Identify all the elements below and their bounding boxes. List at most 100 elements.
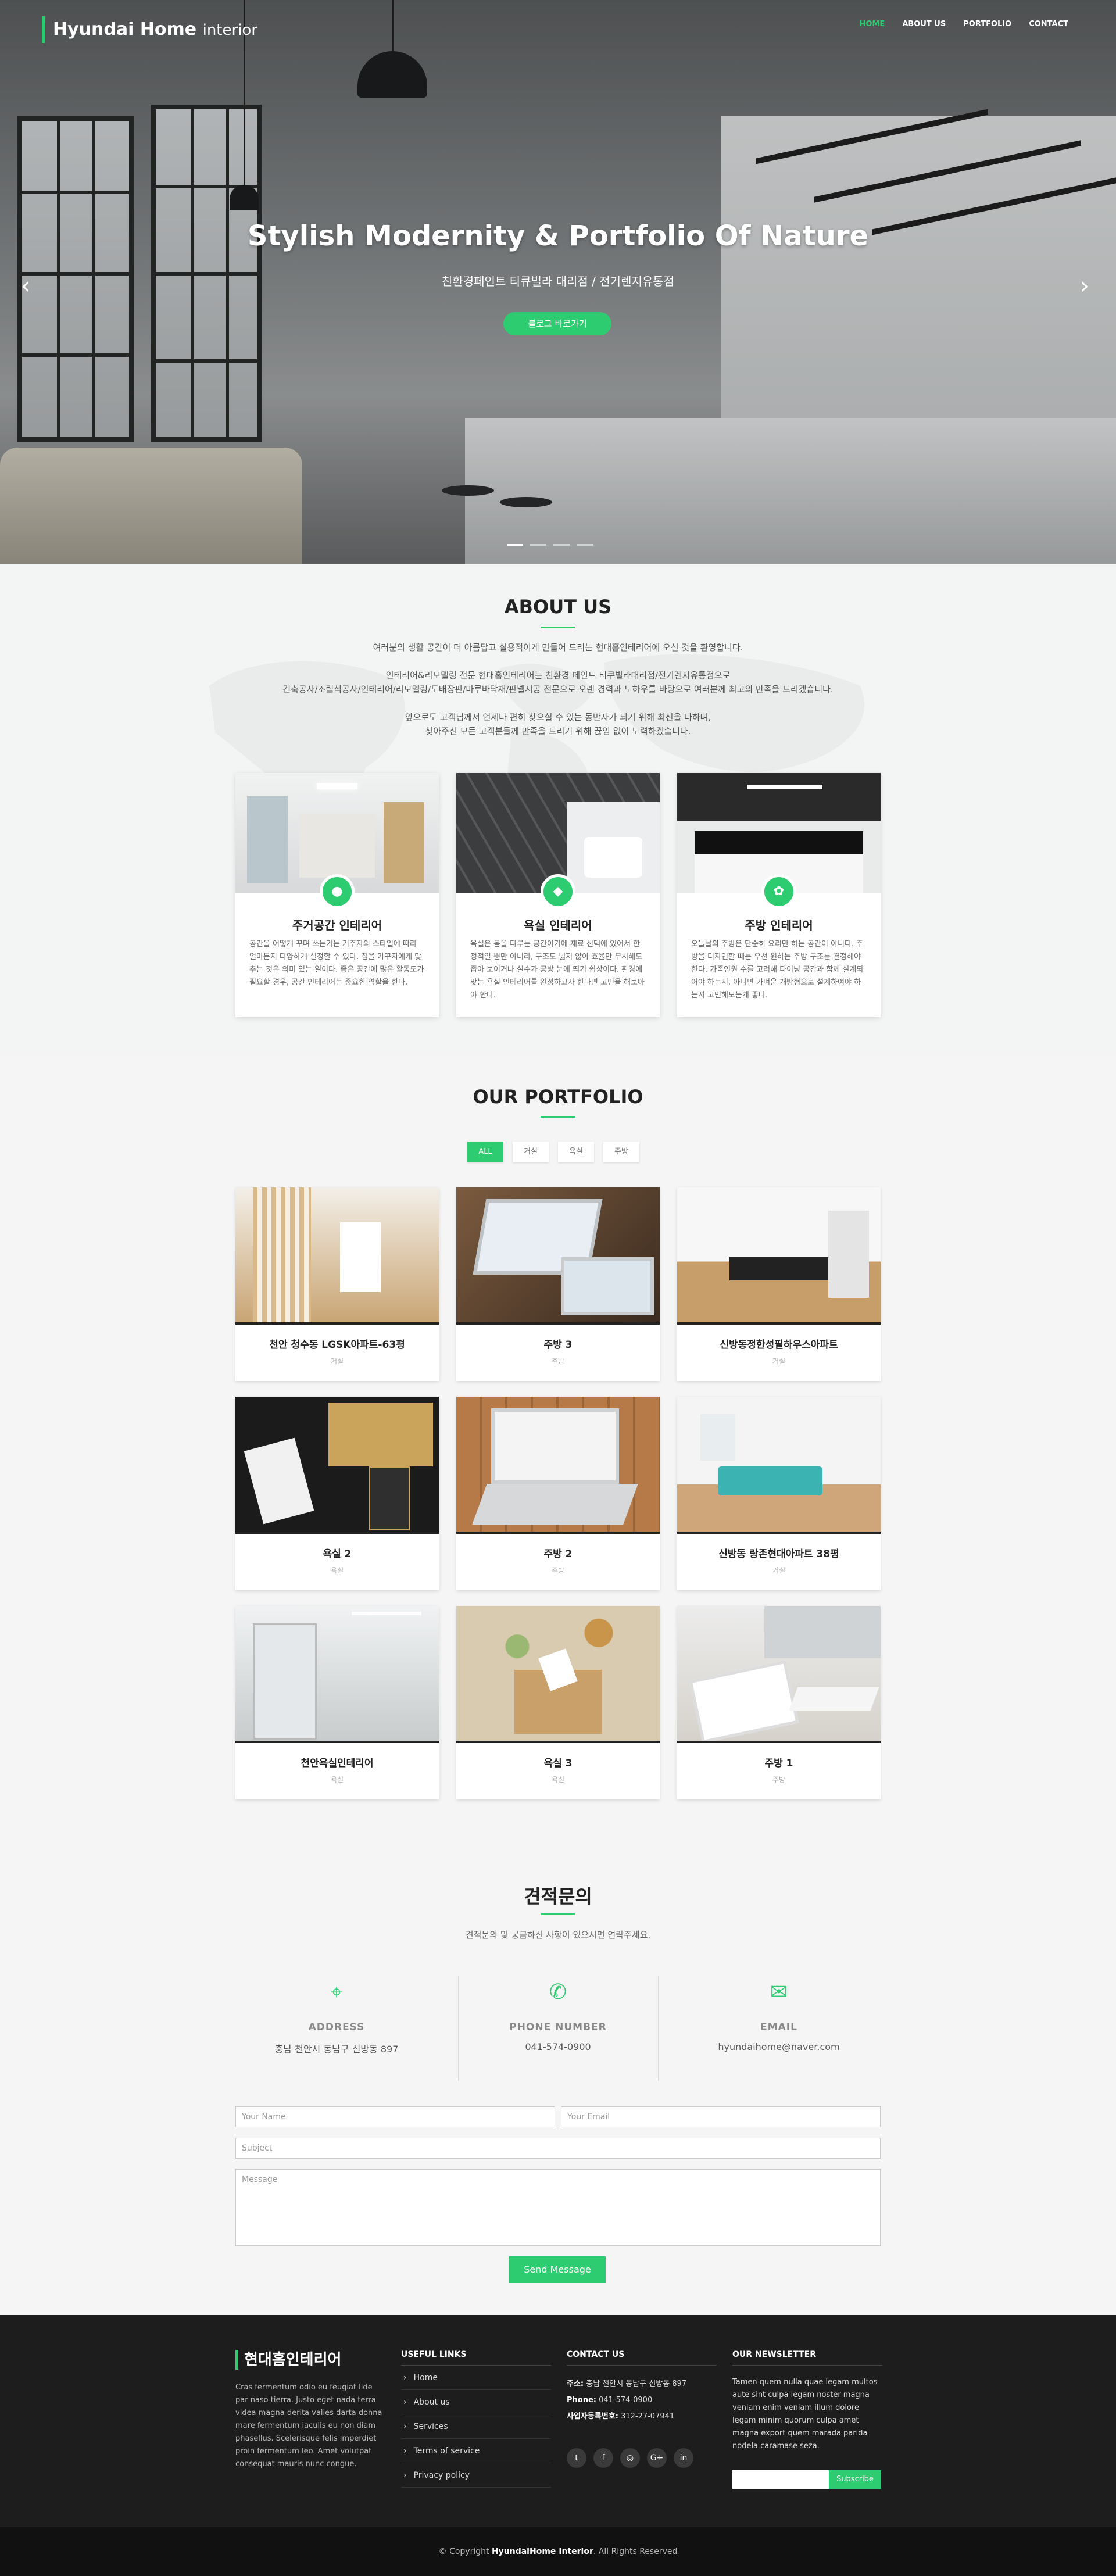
portfolio-item[interactable]: 주방 2 주방 (456, 1397, 660, 1590)
prev-arrow-icon[interactable]: ‹ (21, 274, 30, 298)
service-text: 오늘날의 주방은 단순히 요리만 하는 공간이 아니다. 주방을 디자인할 때는… (691, 940, 864, 1000)
subscribe-button[interactable]: Subscribe (829, 2470, 881, 2489)
nav-contact[interactable]: CONTACT (1029, 20, 1068, 28)
filter-all[interactable]: ALL (467, 1142, 503, 1162)
portfolio-image (235, 1397, 439, 1534)
portfolio-item[interactable]: 욕실 2 욕실 (235, 1397, 439, 1590)
footer-link-privacy[interactable]: Privacy policy (401, 2463, 551, 2488)
service-text: 공간을 어떻게 꾸며 쓰는가는 거주자의 스타일에 따라 얼마든지 다양하게 설… (249, 940, 424, 987)
next-arrow-icon[interactable]: › (1080, 274, 1089, 298)
footer-address-label: 주소: (567, 2380, 584, 2388)
twitter-icon[interactable]: t (567, 2448, 586, 2468)
phone-value: 041-574-0900 (525, 2041, 591, 2052)
footer-about-text: Cras fermentum odio eu feugiat lide par … (235, 2383, 382, 2468)
about-title-bar (541, 627, 575, 628)
message-textarea[interactable]: Message (235, 2169, 881, 2246)
portfolio-title: OUR PORTFOLIO (473, 1086, 643, 1108)
portfolio-title: 신방동 랑존현대아파트 38평 (718, 1548, 839, 1560)
footer-contact-title: CONTACT US (567, 2350, 717, 2366)
email-value[interactable]: hyundaihome@naver.com (679, 2041, 879, 2052)
portfolio-image (456, 1397, 660, 1534)
footer-link-home[interactable]: Home (401, 2366, 551, 2390)
linkedin-icon[interactable]: in (674, 2448, 693, 2468)
nav-portfolio[interactable]: PORTFOLIO (963, 20, 1011, 28)
portfolio-title: 욕실 3 (543, 1758, 573, 1769)
newsletter-text: Tamen quem nulla quae legam multos aute … (732, 2378, 878, 2450)
service-card-kitchen: ✿ 주방 인테리어 오늘날의 주방은 단순히 요리만 하는 공간이 아니다. 주… (677, 773, 881, 1017)
portfolio-item[interactable]: 천안 청수동 LGSK아파트-63평 거실 (235, 1187, 439, 1381)
footer-phone: Phone: 041-574-0900 (567, 2392, 717, 2409)
newsletter-email-input[interactable] (732, 2470, 829, 2489)
footer-link-terms[interactable]: Terms of service (401, 2439, 551, 2463)
phone-icon: ✆ (549, 1980, 567, 2004)
portfolio-title: 천안 청수동 LGSK아파트-63평 (269, 1339, 405, 1351)
hero-subtitle: 친환경페인트 티큐빌라 대리점 / 전기렌지유통점 (441, 274, 675, 288)
address-label: ADDRESS (308, 2022, 365, 2033)
portfolio-item[interactable]: 신방동정한성필하우스아파트 거실 (677, 1187, 881, 1381)
service-card-living: ● 주거공간 인테리어 공간을 어떻게 꾸며 쓰는가는 거주자의 스타일에 따라… (235, 773, 439, 1017)
about-paragraph: 찾아주신 모든 고객분들께 만족을 드리기 위해 끊임 없이 노력하겠습니다. (425, 726, 691, 736)
service-title: 주거공간 인테리어 (292, 918, 382, 932)
site-logo[interactable]: Hyundai Home interior (42, 16, 257, 43)
name-input[interactable]: Your Name (235, 2106, 555, 2127)
portfolio-title: 주방 3 (543, 1339, 573, 1351)
portfolio-item[interactable]: 욕실 3 욕실 (456, 1606, 660, 1799)
contact-address: ⌖ ADDRESS 충남 천안시 동남구 신방동 897 (237, 1975, 437, 2080)
portfolio-item[interactable]: 주방 3 주방 (456, 1187, 660, 1381)
portfolio-title: 주방 1 (764, 1758, 793, 1769)
copyright-prefix: © Copyright (438, 2547, 492, 2556)
nav-home[interactable]: HOME (860, 20, 885, 28)
instagram-icon[interactable]: ◎ (620, 2448, 640, 2468)
footer-address: 주소: 충남 천안시 동남구 신방동 897 (567, 2376, 717, 2392)
slider-dot[interactable] (530, 544, 546, 546)
service-text: 욕실은 몸을 다루는 공간이기에 재료 선택에 있어서 한정적일 뿐만 아니라,… (470, 940, 645, 1000)
nav-about[interactable]: ABOUT US (902, 20, 946, 28)
logo-main: Hyundai Home (53, 19, 197, 40)
email-input[interactable]: Your Email (561, 2106, 881, 2127)
portfolio-item[interactable]: 신방동 랑존현대아파트 38평 거실 (677, 1397, 881, 1590)
footer-newsletter: OUR NEWSLETTER Tamen quem nulla quae leg… (732, 2350, 882, 2453)
portfolio-image (456, 1187, 660, 1325)
divider (658, 1976, 659, 2081)
facebook-icon[interactable]: f (593, 2448, 613, 2468)
filter-bath[interactable]: 욕실 (558, 1142, 594, 1162)
hero-slider: Hyundai Home interior HOME ABOUT US PORT… (0, 0, 1116, 564)
portfolio-item[interactable]: 천안욕실인테리어 욕실 (235, 1606, 439, 1799)
about-paragraph: 인테리어&리모델링 전문 현대홈인테리어는 친환경 페인트 티쿠빌라대리점/전기… (385, 670, 731, 681)
portfolio-title: 천안욕실인테리어 (301, 1758, 374, 1769)
slider-dot[interactable] (577, 544, 593, 546)
contact-title-bar (541, 1913, 575, 1915)
send-message-button[interactable]: Send Message (509, 2256, 606, 2283)
google-plus-icon[interactable]: G+ (647, 2448, 667, 2468)
portfolio-item[interactable]: 주방 1 주방 (677, 1606, 881, 1799)
filter-kitchen[interactable]: 주방 (603, 1142, 639, 1162)
portfolio-title: 욕실 2 (323, 1548, 352, 1560)
subject-input[interactable]: Subject (235, 2138, 881, 2159)
blog-button[interactable]: 블로그 바로가기 (503, 312, 611, 335)
portfolio-image (677, 1606, 881, 1743)
footer-link-about[interactable]: About us (401, 2390, 551, 2414)
portfolio-category: 욕실 (551, 1776, 565, 1784)
leaf-icon: ✿ (761, 874, 796, 909)
portfolio-image (677, 1397, 881, 1534)
slider-dot[interactable] (507, 544, 523, 546)
contact-title: 견적문의 (524, 1886, 592, 1908)
logo-sub: interior (202, 22, 258, 39)
portfolio-title-bar (541, 1116, 575, 1118)
service-title: 주방 인테리어 (745, 918, 813, 932)
footer-contact: CONTACT US 주소: 충남 천안시 동남구 신방동 897 Phone:… (567, 2350, 717, 2468)
filter-living[interactable]: 거실 (513, 1142, 549, 1162)
portfolio-category: 거실 (772, 1357, 786, 1365)
main-nav: HOME ABOUT US PORTFOLIO CONTACT (860, 20, 1068, 28)
address-value: 충남 천안시 동남구 신방동 897 (274, 2044, 399, 2055)
portfolio-category: 욕실 (330, 1776, 344, 1784)
portfolio-image (456, 1606, 660, 1743)
slider-dot[interactable] (553, 544, 570, 546)
portfolio-category: 주방 (551, 1357, 565, 1365)
slider-dots (507, 544, 593, 546)
copyright-brand: HyundaiHome Interior (491, 2547, 593, 2556)
map-pin-icon: ⌖ (330, 1980, 343, 2004)
social-links: t f ◎ G+ in (567, 2448, 717, 2468)
footer-link-services[interactable]: Services (401, 2414, 551, 2439)
email-label: EMAIL (760, 2022, 797, 2033)
